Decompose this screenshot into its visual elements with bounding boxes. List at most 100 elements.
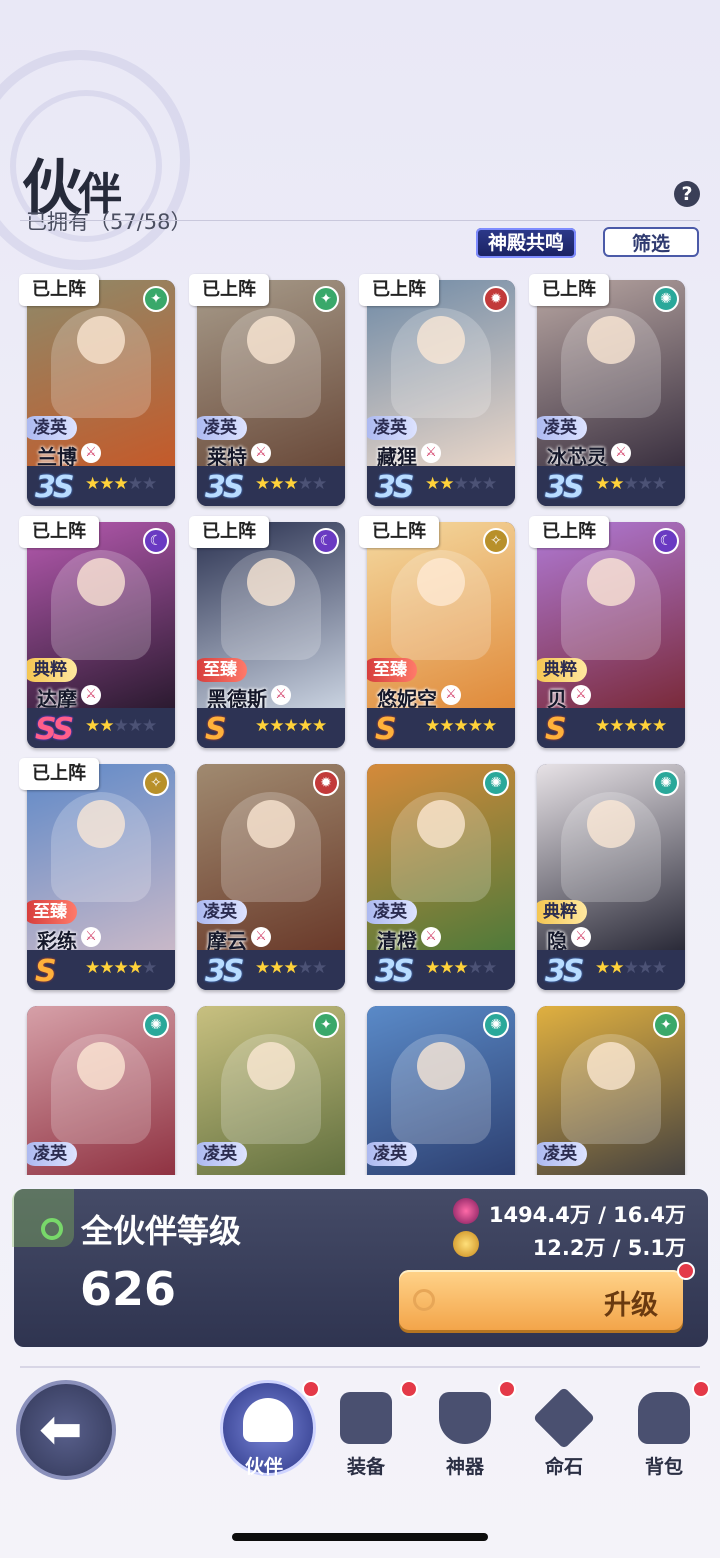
star-empty-icon: ★ bbox=[312, 958, 327, 978]
tier-bar: 3S ★★★★★ bbox=[537, 950, 685, 990]
class-icon: ⚔ bbox=[81, 443, 101, 463]
star-filled-icon: ★ bbox=[269, 474, 284, 494]
star-filled-icon: ★ bbox=[127, 958, 143, 978]
star-filled-icon: ★ bbox=[297, 716, 313, 736]
tier-bar: S ★★★★★ bbox=[27, 950, 175, 990]
star-filled-icon: ★ bbox=[255, 958, 270, 978]
deployed-badge: 已上阵 bbox=[529, 516, 609, 548]
element-icon: ☾ bbox=[313, 528, 339, 554]
star-rating: ★★★★★ bbox=[255, 958, 327, 978]
partner-card[interactable]: ✺ 凌英 bbox=[367, 1006, 515, 1175]
partner-card[interactable]: ✦ 凌英 bbox=[197, 1006, 345, 1175]
star-empty-icon: ★ bbox=[297, 474, 313, 494]
star-filled-icon: ★ bbox=[425, 474, 440, 494]
tier-label: 3S bbox=[375, 954, 415, 989]
star-filled-icon: ★ bbox=[425, 716, 440, 736]
star-rating: ★★★★★ bbox=[255, 474, 327, 494]
tier-label: 3S bbox=[205, 954, 245, 989]
star-filled-icon: ★ bbox=[439, 474, 454, 494]
star-empty-icon: ★ bbox=[652, 958, 667, 978]
deployed-badge: 已上阵 bbox=[19, 274, 99, 306]
element-icon: ☾ bbox=[143, 528, 169, 554]
star-empty-icon: ★ bbox=[623, 958, 639, 978]
element-icon: ✧ bbox=[143, 770, 169, 796]
star-filled-icon: ★ bbox=[595, 958, 610, 978]
star-filled-icon: ★ bbox=[652, 716, 667, 736]
upgrade-notification-dot bbox=[677, 1262, 695, 1280]
partner-card[interactable]: ✦ 凌英 莱特 ⚔ 3S ★★★★★ bbox=[197, 280, 345, 506]
star-filled-icon: ★ bbox=[85, 958, 100, 978]
partner-card[interactable]: ✹ 凌英 藏狸 ⚔ 3S ★★★★★ bbox=[367, 280, 515, 506]
partner-card[interactable]: ☾ 典粹 达摩 ⚔ SS ★★★★★ bbox=[27, 522, 175, 748]
portrait-head bbox=[587, 558, 635, 606]
star-filled-icon: ★ bbox=[595, 716, 610, 736]
class-icon: ⚔ bbox=[251, 443, 271, 463]
rank-badge: 凌英 bbox=[367, 900, 417, 924]
rank-badge: 凌英 bbox=[537, 416, 587, 440]
rank-badge: 典粹 bbox=[537, 658, 587, 682]
star-filled-icon: ★ bbox=[439, 716, 454, 736]
star-empty-icon: ★ bbox=[142, 716, 157, 736]
class-icon: ⚔ bbox=[251, 927, 271, 947]
nav-artifact-button[interactable]: 神器 bbox=[425, 1392, 505, 1482]
tier-bar: 3S ★★★★★ bbox=[197, 950, 345, 990]
partner-card[interactable]: ✦ 凌英 兰博 ⚔ 3S ★★★★★ bbox=[27, 280, 175, 506]
class-icon: ⚔ bbox=[421, 443, 441, 463]
portrait-head bbox=[77, 800, 125, 848]
resource-coin-value: 12.2万 / 5.1万 bbox=[532, 1236, 686, 1260]
star-rating: ★★★★★ bbox=[425, 716, 497, 736]
partner-level-value: 626 bbox=[80, 1262, 177, 1316]
star-empty-icon: ★ bbox=[127, 716, 143, 736]
rank-badge: 至臻 bbox=[27, 900, 77, 924]
star-filled-icon: ★ bbox=[255, 716, 270, 736]
shield-icon bbox=[439, 1392, 491, 1444]
tier-bar: 3S ★★★★★ bbox=[367, 466, 515, 506]
panel-accent bbox=[12, 1189, 74, 1247]
class-icon: ⚔ bbox=[271, 685, 291, 705]
rank-badge: 凌英 bbox=[197, 900, 247, 924]
element-icon: ✺ bbox=[653, 770, 679, 796]
class-icon: ⚔ bbox=[81, 927, 101, 947]
tier-label: S bbox=[545, 712, 567, 747]
nav-fatestone-button[interactable]: 命石 bbox=[524, 1386, 604, 1482]
star-empty-icon: ★ bbox=[467, 474, 483, 494]
star-empty-icon: ★ bbox=[482, 474, 497, 494]
rank-badge: 至臻 bbox=[197, 658, 247, 682]
partner-card[interactable]: ✧ 至臻 悠妮空 ⚔ S ★★★★★ bbox=[367, 522, 515, 748]
star-filled-icon: ★ bbox=[623, 716, 639, 736]
portrait-head bbox=[417, 800, 465, 848]
tier-bar: SS ★★★★★ bbox=[27, 708, 175, 748]
partner-card[interactable]: ☾ 至臻 黑德斯 ⚔ S ★★★★★ bbox=[197, 522, 345, 748]
portrait-head bbox=[247, 316, 295, 364]
nav-equipment-dot bbox=[400, 1380, 418, 1398]
star-filled-icon: ★ bbox=[467, 716, 483, 736]
nav-equipment-button[interactable]: 装备 bbox=[326, 1392, 406, 1482]
portrait-head bbox=[77, 558, 125, 606]
nav-fatestone-label: 命石 bbox=[544, 1456, 583, 1478]
partner-card[interactable]: ✦ 凌英 bbox=[537, 1006, 685, 1175]
nav-backpack-button[interactable]: 背包 bbox=[624, 1392, 704, 1482]
class-icon: ⚔ bbox=[441, 685, 461, 705]
partner-card[interactable]: ✺ 凌英 bbox=[27, 1006, 175, 1175]
nav-artifact-label: 神器 bbox=[445, 1456, 484, 1478]
tier-bar: 3S ★★★★★ bbox=[367, 950, 515, 990]
partner-card[interactable]: ✺ 凌英 冰芯灵 ⚔ 3S ★★★★★ bbox=[537, 280, 685, 506]
vest-icon bbox=[340, 1392, 392, 1444]
rank-badge: 凌英 bbox=[197, 416, 247, 440]
backpack-icon bbox=[638, 1392, 690, 1444]
partner-card[interactable]: ✧ 至臻 彩练 ⚔ S ★★★★★ bbox=[27, 764, 175, 990]
partner-card[interactable]: ☾ 典粹贝 ⚔ S ★★★★★ bbox=[537, 522, 685, 748]
partner-card[interactable]: ✺ 凌英 清橙 ⚔ 3S ★★★★★ bbox=[367, 764, 515, 990]
star-filled-icon: ★ bbox=[99, 716, 114, 736]
deployed-badge: 已上阵 bbox=[189, 274, 269, 306]
element-icon: ✺ bbox=[143, 1012, 169, 1038]
rank-badge: 凌英 bbox=[367, 416, 417, 440]
star-filled-icon: ★ bbox=[113, 958, 129, 978]
partner-card[interactable]: ✹ 凌英 摩云 ⚔ 3S ★★★★★ bbox=[197, 764, 345, 990]
partner-card[interactable]: ✺ 典粹隐 ⚔ 3S ★★★★★ bbox=[537, 764, 685, 990]
star-filled-icon: ★ bbox=[283, 716, 299, 736]
rank-badge: 凌英 bbox=[27, 416, 77, 440]
star-rating: ★★★★★ bbox=[595, 474, 667, 494]
tier-bar: S ★★★★★ bbox=[367, 708, 515, 748]
class-icon: ⚔ bbox=[611, 443, 631, 463]
